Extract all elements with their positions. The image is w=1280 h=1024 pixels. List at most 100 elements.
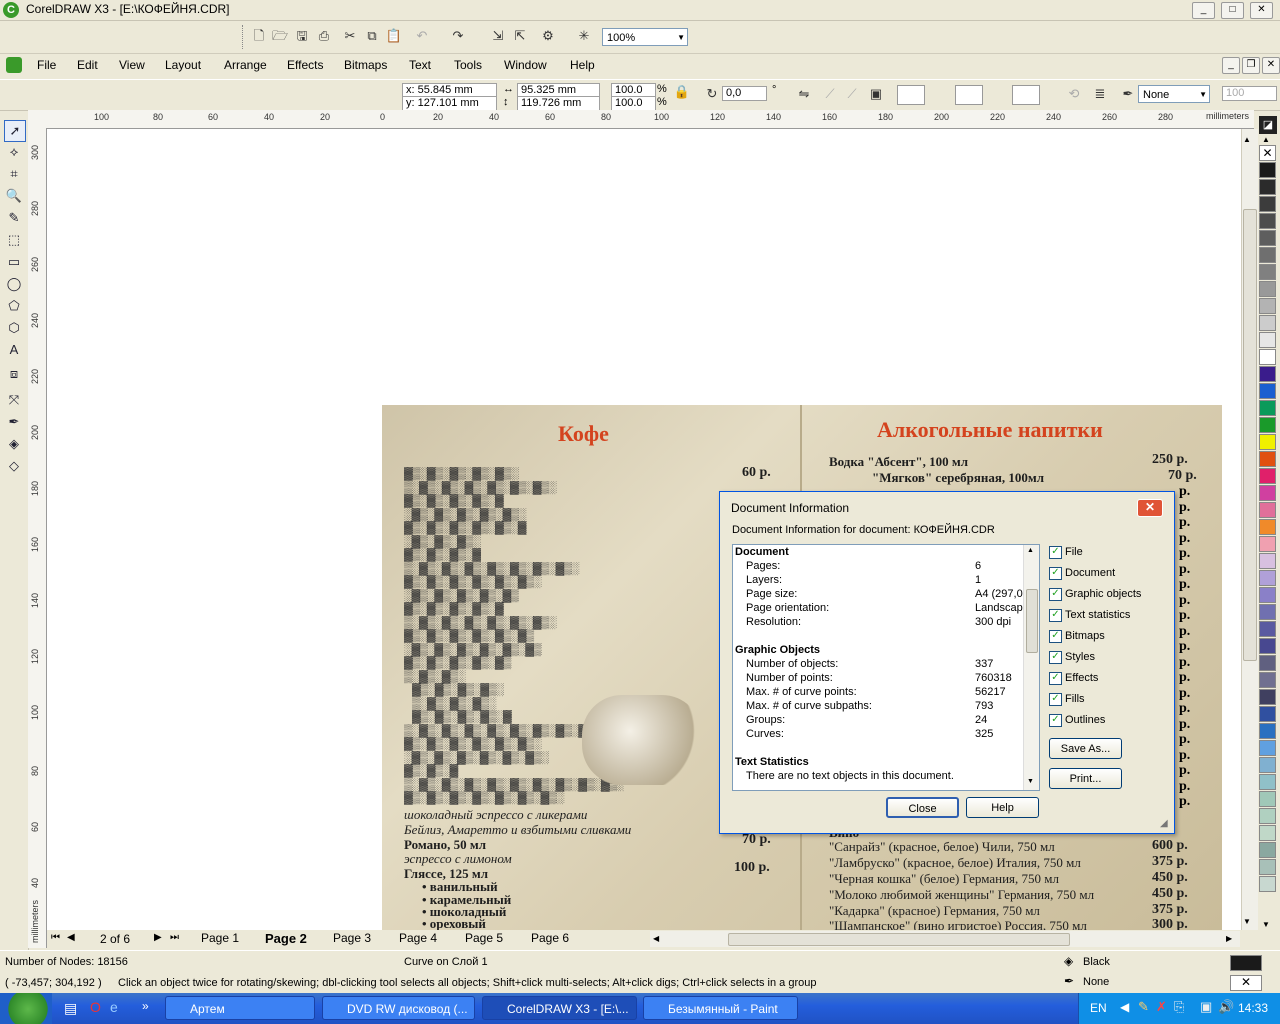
fill-swatch[interactable] — [1230, 955, 1262, 971]
save-icon[interactable]: 🖫 — [292, 26, 312, 46]
palette-swatch[interactable] — [1259, 570, 1276, 586]
export-icon[interactable]: ⇱ — [510, 26, 530, 46]
palette-swatch[interactable] — [1259, 349, 1276, 365]
crop-tool-icon[interactable]: ⌗ — [4, 164, 24, 184]
palette-swatch[interactable] — [1259, 553, 1276, 569]
horizontal-scroll-thumb[interactable] — [728, 933, 1070, 946]
print-button[interactable]: Print... — [1049, 768, 1122, 789]
size-field[interactable]: 100 — [1222, 86, 1277, 101]
toolbar-grip[interactable] — [242, 25, 246, 49]
import-icon[interactable]: ⇲ — [488, 26, 508, 46]
language-indicator[interactable]: EN — [1090, 1001, 1107, 1015]
scroll-up-icon[interactable]: ▲ — [1243, 135, 1251, 144]
task-artem[interactable]: Артем — [165, 996, 315, 1020]
palette-swatch[interactable] — [1259, 774, 1276, 790]
tab-page-4[interactable]: Page 4 — [399, 931, 437, 945]
outline-tool-icon[interactable]: ✒ — [4, 412, 24, 432]
palette-swatch[interactable] — [1259, 400, 1276, 416]
palette-swatch[interactable] — [1259, 332, 1276, 348]
scroll-left-icon[interactable]: ◀ — [653, 934, 659, 943]
palette-swatch[interactable] — [1259, 723, 1276, 739]
doc-minimize-button[interactable]: _ — [1222, 57, 1240, 74]
scroll-right-icon[interactable]: ▶ — [1226, 934, 1232, 943]
palette-swatch[interactable] — [1259, 536, 1276, 552]
tray-antivirus-icon[interactable]: ✗ — [1156, 999, 1167, 1015]
break-apart-icon[interactable]: ⟲ — [1064, 84, 1084, 104]
tray-network-icon[interactable]: ⎘ — [1174, 999, 1184, 1015]
next-page-icon[interactable]: ▶ — [154, 932, 162, 943]
palette-swatch[interactable] — [1259, 519, 1276, 535]
palette-swatch[interactable] — [1259, 434, 1276, 450]
palette-swatch[interactable] — [1259, 621, 1276, 637]
effects-checkbox[interactable]: ✓ — [1049, 672, 1062, 685]
file-checkbox[interactable]: ✓ — [1049, 546, 1062, 559]
tab-page-5[interactable]: Page 5 — [465, 931, 503, 945]
scroll-down-icon[interactable]: ▼ — [1243, 917, 1251, 926]
last-page-icon[interactable]: ⏭ — [170, 932, 179, 943]
menu-text[interactable]: Text — [409, 58, 431, 72]
tab-page-2[interactable]: Page 2 — [265, 931, 307, 946]
palette-swatch[interactable] — [1259, 604, 1276, 620]
eyedropper-tool-icon[interactable]: ⤧ — [4, 390, 24, 410]
paste-icon[interactable]: 📋 — [384, 26, 404, 46]
palette-swatch[interactable] — [1259, 281, 1276, 297]
tray-expand-icon[interactable]: ◀ — [1120, 1000, 1129, 1014]
application-launcher-icon[interactable]: ⚙ — [538, 26, 558, 46]
rectangle-tool-icon[interactable]: ▭ — [4, 252, 24, 272]
pick-tool-icon[interactable]: ➚ — [4, 120, 26, 142]
palette-swatch[interactable] — [1259, 638, 1276, 654]
palette-swatch[interactable] — [1259, 247, 1276, 263]
volume-icon[interactable]: 🔊 — [1218, 999, 1234, 1015]
open-icon[interactable]: 🗁 — [270, 26, 290, 46]
palette-swatch[interactable] — [1259, 468, 1276, 484]
polygon-tool-icon[interactable]: ⬠ — [4, 296, 24, 316]
tab-page-6[interactable]: Page 6 — [531, 931, 569, 945]
menu-layout[interactable]: Layout — [165, 58, 201, 72]
ie-icon[interactable]: e — [110, 999, 118, 1015]
menu-tools[interactable]: Tools — [454, 58, 482, 72]
menu-bitmaps[interactable]: Bitmaps — [344, 58, 387, 72]
line-icon[interactable]: ⟋ — [842, 84, 862, 104]
palette-swatch[interactable] — [1259, 689, 1276, 705]
horizontal-ruler[interactable]: 100 80 60 40 20 0 20 40 60 80 100 120 14… — [46, 110, 1254, 129]
palette-swatch[interactable] — [1259, 451, 1276, 467]
palette-swatch[interactable] — [1259, 366, 1276, 382]
help-button[interactable]: Help — [966, 797, 1039, 818]
palette-swatch[interactable] — [1259, 264, 1276, 280]
first-page-icon[interactable]: ⏮ — [51, 932, 60, 943]
menu-effects[interactable]: Effects — [287, 58, 323, 72]
interactive-blend-icon[interactable]: ⧈ — [4, 364, 24, 384]
no-color-swatch[interactable]: ✕ — [1259, 145, 1276, 161]
vertical-ruler[interactable]: 300 280 260 240 220 200 180 160 140 120 … — [28, 128, 47, 948]
shape-tool-icon[interactable]: ⟡ — [4, 142, 24, 162]
vertical-scroll-thumb[interactable] — [1243, 209, 1257, 661]
palette-swatch[interactable] — [1259, 230, 1276, 246]
node-icon[interactable]: ⟋ — [820, 84, 840, 104]
document-icon[interactable] — [6, 57, 22, 73]
opera-icon[interactable]: O — [90, 999, 101, 1015]
height-field[interactable]: 119.726 mm — [517, 96, 600, 111]
palette-swatch[interactable] — [1259, 213, 1276, 229]
freehand-tool-icon[interactable]: ✎ — [4, 208, 24, 228]
palette-swatch[interactable] — [1259, 502, 1276, 518]
print-icon[interactable]: ⎙ — [314, 26, 334, 46]
vertical-scrollbar[interactable]: ▲ ▼ — [1241, 129, 1258, 930]
zoom-tool-icon[interactable]: 🔍 — [4, 186, 24, 206]
interactive-fill-icon[interactable]: ◇ — [4, 456, 24, 476]
palette-swatch[interactable] — [1259, 672, 1276, 688]
tab-page-3[interactable]: Page 3 — [333, 931, 371, 945]
palette-swatch[interactable] — [1259, 315, 1276, 331]
outlines-checkbox[interactable]: ✓ — [1049, 714, 1062, 727]
ruler-origin[interactable] — [28, 110, 46, 128]
text-tool-icon[interactable]: A — [4, 340, 24, 360]
close-button[interactable]: ✕ — [1250, 2, 1273, 19]
quicklaunch-more-icon[interactable]: » — [142, 999, 149, 1013]
doc-close-button[interactable]: ✕ — [1262, 57, 1280, 74]
palette-swatch[interactable] — [1259, 162, 1276, 178]
ellipse-tool-icon[interactable]: ◯ — [4, 274, 24, 294]
horizontal-scrollbar[interactable]: ◀ ▶ — [650, 931, 1240, 947]
palette-swatch[interactable] — [1259, 485, 1276, 501]
task-paint[interactable]: Безымянный - Paint — [643, 996, 798, 1020]
menu-view[interactable]: View — [119, 58, 145, 72]
copy-icon[interactable]: ⧉ — [362, 26, 382, 46]
